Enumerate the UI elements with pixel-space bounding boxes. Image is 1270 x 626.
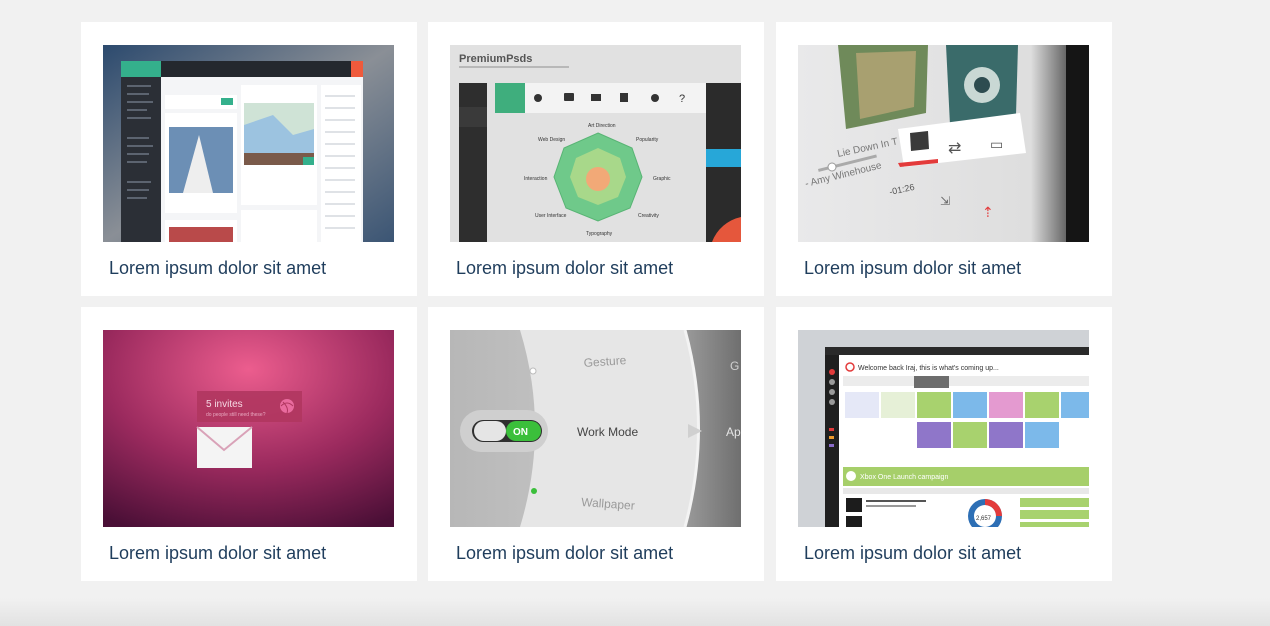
invites-sub-text: do people still need these?: [206, 412, 266, 418]
card-title[interactable]: Lorem ipsum dolor sit amet: [804, 543, 1021, 564]
card-title[interactable]: Lorem ipsum dolor sit amet: [456, 543, 673, 564]
social-dashboard-thumbnail[interactable]: [103, 45, 394, 242]
radar-label: Art Direction: [588, 123, 616, 129]
premiumpsds-thumbnail[interactable]: PremiumPsds ? Art Direction Popularity G…: [450, 45, 741, 242]
page-bottom-edge: [0, 598, 1270, 626]
svg-text:Ap: Ap: [726, 425, 741, 439]
calendar-welcome-text: Welcome back Iraj, this is what's coming…: [858, 365, 999, 372]
gallery-card-1[interactable]: Lorem ipsum dolor sit amet: [81, 22, 417, 296]
calendar-campaign-thumbnail[interactable]: Welcome back Iraj, this is what's coming…: [798, 330, 1089, 527]
gallery-card-3[interactable]: Lie Down In T - Amy Winehouse ⇄ ▭ -01:26…: [776, 22, 1112, 296]
gallery-card-6[interactable]: Welcome back Iraj, this is what's coming…: [776, 307, 1112, 581]
card-title[interactable]: Lorem ipsum dolor sit amet: [456, 258, 673, 279]
radar-label: Creativity: [638, 213, 659, 219]
gallery-card-5[interactable]: ON Gesture Work Mode Wallpaper Ap G Lore…: [428, 307, 764, 581]
svg-text:⇄: ⇄: [948, 138, 961, 157]
card-title[interactable]: Lorem ipsum dolor sit amet: [109, 543, 326, 564]
calendar-stat-text: 2,657: [976, 516, 992, 522]
card-title[interactable]: Lorem ipsum dolor sit amet: [109, 258, 326, 279]
work-mode-dial-thumbnail[interactable]: ON Gesture Work Mode Wallpaper Ap G: [450, 330, 741, 527]
svg-text:⇡: ⇡: [982, 205, 994, 221]
dial-gesture-text: Gesture: [583, 353, 627, 370]
svg-text:?: ?: [679, 93, 685, 105]
svg-text:▭: ▭: [990, 137, 1003, 153]
gallery-card-2[interactable]: PremiumPsds ? Art Direction Popularity G…: [428, 22, 764, 296]
dial-work-mode-text: Work Mode: [577, 425, 638, 439]
svg-text:G: G: [730, 359, 739, 373]
card-title[interactable]: Lorem ipsum dolor sit amet: [804, 258, 1021, 279]
radar-label: Typography: [586, 231, 613, 237]
music-player-thumbnail[interactable]: Lie Down In T - Amy Winehouse ⇄ ▭ -01:26…: [798, 45, 1089, 242]
dribbble-invites-thumbnail[interactable]: 5 invites do people still need these?: [103, 330, 394, 527]
radar-label: Web Design: [538, 137, 565, 143]
radar-label: Graphic: [653, 176, 671, 182]
premium-brand-text: PremiumPsds: [459, 53, 532, 65]
invites-title-text: 5 invites: [206, 399, 243, 410]
radar-label: User Interface: [535, 213, 567, 219]
toggle-on-text: ON: [513, 427, 528, 438]
radar-label: Interaction: [524, 176, 548, 182]
calendar-campaign-text: Xbox One Launch campaign: [860, 474, 948, 481]
svg-text:⇲: ⇲: [940, 194, 950, 208]
gallery-card-4[interactable]: 5 invites do people still need these? Lo…: [81, 307, 417, 581]
radar-label: Popularity: [636, 137, 659, 143]
